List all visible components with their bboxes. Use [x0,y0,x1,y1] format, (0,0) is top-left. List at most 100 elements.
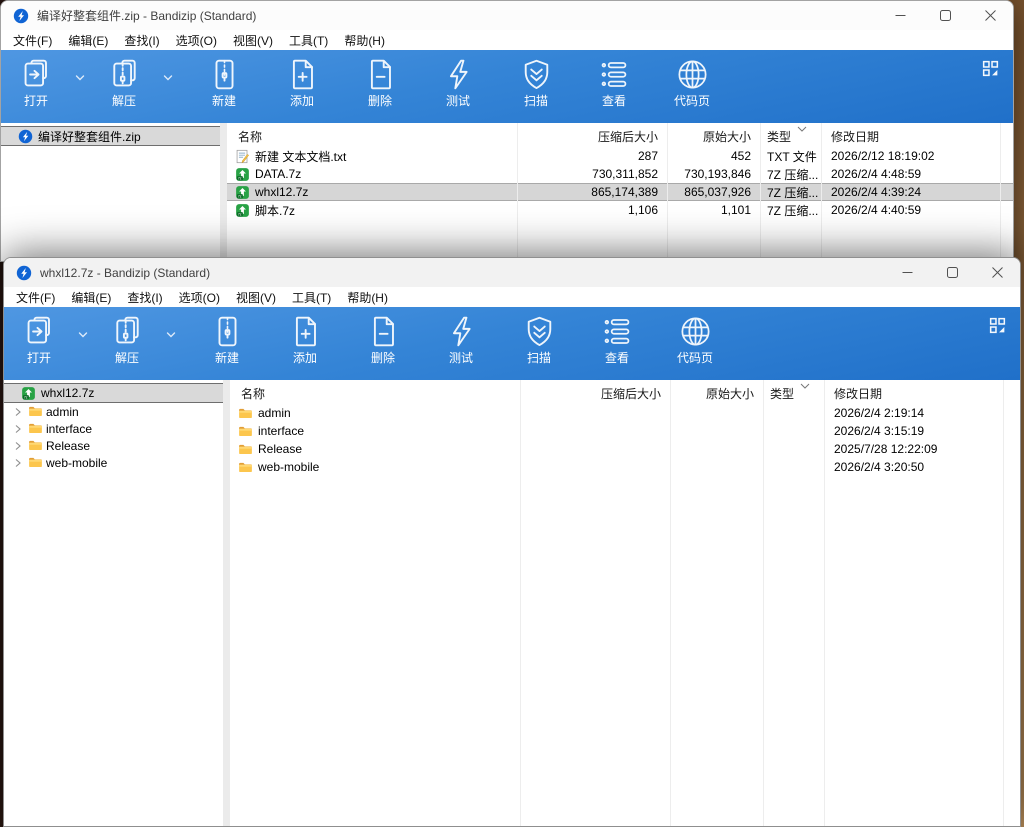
chevron-right-icon[interactable] [11,406,25,418]
table-row[interactable]: web-mobile 2026/2/4 3:20:50 [230,458,1020,476]
menu-item-find[interactable]: 查找(I) [119,287,170,308]
open-dropdown-button[interactable] [63,57,97,123]
folder-tree-panel: 编译好整套组件.zip [1,123,220,261]
toolbar-layout-button[interactable] [981,59,1000,78]
window-controls [878,1,1013,30]
open-dropdown-button[interactable] [66,314,100,380]
toolbar-delete-button[interactable]: 删除 [341,57,419,123]
menu-item-tools[interactable]: 工具(T) [284,287,339,308]
file-list: 名称 压缩后大小 原始大小 类型 修改日期 admin 2026/2/4 2:1… [230,380,1020,826]
extract-dropdown-button[interactable] [154,314,188,380]
menu-item-options[interactable]: 选项(O) [171,287,228,308]
menu-item-find[interactable]: 查找(I) [116,30,167,51]
column-divider[interactable] [520,380,521,826]
panel-splitter[interactable] [223,380,230,826]
window-controls [885,258,1020,287]
column-header-packed[interactable]: 压缩后大小 [520,385,670,402]
extract-dropdown-button[interactable] [151,57,185,123]
table-row[interactable]: interface 2026/2/4 3:15:19 [230,422,1020,440]
add-file-icon [285,57,320,92]
toolbar-add-button[interactable]: 添加 [266,314,344,380]
titlebar[interactable]: whxl12.7z - Bandizip (Standard) [4,258,1020,287]
column-divider[interactable] [670,380,671,826]
column-header-type[interactable]: 类型 [763,385,824,402]
toolbar-scan-button[interactable]: 扫描 [500,314,578,380]
menu-item-file[interactable]: 文件(F) [5,30,60,51]
minimize-button[interactable] [885,258,930,287]
toolbar-new-button[interactable]: 新建 [185,57,263,123]
column-header-original[interactable]: 原始大小 [670,385,763,402]
column-header-name[interactable]: 名称 [230,385,520,402]
view-list-icon [600,314,635,349]
toolbar-add-button[interactable]: 添加 [263,57,341,123]
tree-item-archive-root[interactable]: 编译好整套组件.zip [1,126,220,146]
menu-bar: 文件(F) 编辑(E) 查找(I) 选项(O) 视图(V) 工具(T) 帮助(H… [1,30,1013,50]
menu-item-tools[interactable]: 工具(T) [281,30,336,51]
menu-item-view[interactable]: 视图(V) [225,30,281,51]
column-header-original[interactable]: 原始大小 [667,128,760,145]
tree-item-release[interactable]: Release [4,437,223,454]
chevron-right-icon[interactable] [11,457,25,469]
toolbar-new-button[interactable]: 新建 [188,314,266,380]
column-header-modified[interactable]: 修改日期 [824,385,1020,402]
toolbar-extract-button[interactable]: 解压 [100,314,154,380]
close-icon [992,267,1003,278]
toolbar-test-button[interactable]: 测试 [419,57,497,123]
tree-item-interface[interactable]: interface [4,420,223,437]
bandizip-logo-icon [13,8,29,24]
new-archive-icon [210,314,245,349]
column-divider[interactable] [1003,380,1004,826]
chevron-down-icon [77,329,89,341]
column-header-packed[interactable]: 压缩后大小 [517,128,667,145]
toolbar-layout-button[interactable] [988,316,1007,335]
maximize-button[interactable] [930,258,975,287]
add-file-icon [288,314,323,349]
column-header-type[interactable]: 类型 [760,128,821,145]
titlebar[interactable]: 编译好整套组件.zip - Bandizip (Standard) [1,1,1013,30]
column-header-name[interactable]: 名称 [227,128,517,145]
tree-item-admin[interactable]: admin [4,403,223,420]
table-row[interactable]: 新建 文本文档.txt 287 452 TXT 文件 2026/2/12 18:… [227,147,1013,165]
minimize-button[interactable] [878,1,923,30]
toolbar-codepage-button[interactable]: 代码页 [653,57,731,123]
table-row-selected[interactable]: whxl12.7z 865,174,389 865,037,926 7Z 压缩.… [227,183,1013,201]
menu-item-help[interactable]: 帮助(H) [336,30,393,51]
menu-item-help[interactable]: 帮助(H) [339,287,396,308]
table-row[interactable]: admin 2026/2/4 2:19:14 [230,404,1020,422]
toolbar-viewfile-button[interactable]: 查看 [578,314,656,380]
close-button[interactable] [975,258,1020,287]
tree-item-web-mobile[interactable]: web-mobile [4,454,223,471]
toolbar-open-button[interactable]: 打开 [12,314,66,380]
table-row[interactable]: DATA.7z 730,311,852 730,193,846 7Z 压缩...… [227,165,1013,183]
toolbar-open-button[interactable]: 打开 [9,57,63,123]
chevron-down-icon [162,72,174,84]
table-row[interactable]: 脚本.7z 1,106 1,101 7Z 压缩... 2026/2/4 4:40… [227,201,1013,219]
tree-item-archive-root[interactable]: whxl12.7z [4,383,223,403]
toolbar-delete-button[interactable]: 删除 [344,314,422,380]
chevron-right-icon[interactable] [11,423,25,435]
column-header-modified[interactable]: 修改日期 [821,128,1013,145]
maximize-button[interactable] [923,1,968,30]
menu-item-edit[interactable]: 编辑(E) [63,287,119,308]
7z-archive-icon [235,203,250,218]
column-divider[interactable] [763,380,764,826]
menu-item-view[interactable]: 视图(V) [228,287,284,308]
chevron-right-icon[interactable] [11,440,25,452]
extract-icon [107,57,142,92]
toolbar-codepage-button[interactable]: 代码页 [656,314,734,380]
column-divider[interactable] [824,380,825,826]
toolbar-extract-button[interactable]: 解压 [97,57,151,123]
bandizip-zip-icon [18,129,33,144]
toolbar-test-button[interactable]: 测试 [422,314,500,380]
panel-splitter[interactable] [220,123,227,261]
toolbar-viewfile-button[interactable]: 查看 [575,57,653,123]
menu-bar: 文件(F) 编辑(E) 查找(I) 选项(O) 视图(V) 工具(T) 帮助(H… [4,287,1020,307]
folder-tree-panel: whxl12.7z admin interface Release [4,380,223,826]
table-row[interactable]: Release 2025/7/28 12:22:09 [230,440,1020,458]
window-title: 编译好整套组件.zip - Bandizip (Standard) [37,7,256,24]
toolbar-scan-button[interactable]: 扫描 [497,57,575,123]
close-button[interactable] [968,1,1013,30]
menu-item-edit[interactable]: 编辑(E) [60,30,116,51]
menu-item-options[interactable]: 选项(O) [168,30,225,51]
menu-item-file[interactable]: 文件(F) [8,287,63,308]
